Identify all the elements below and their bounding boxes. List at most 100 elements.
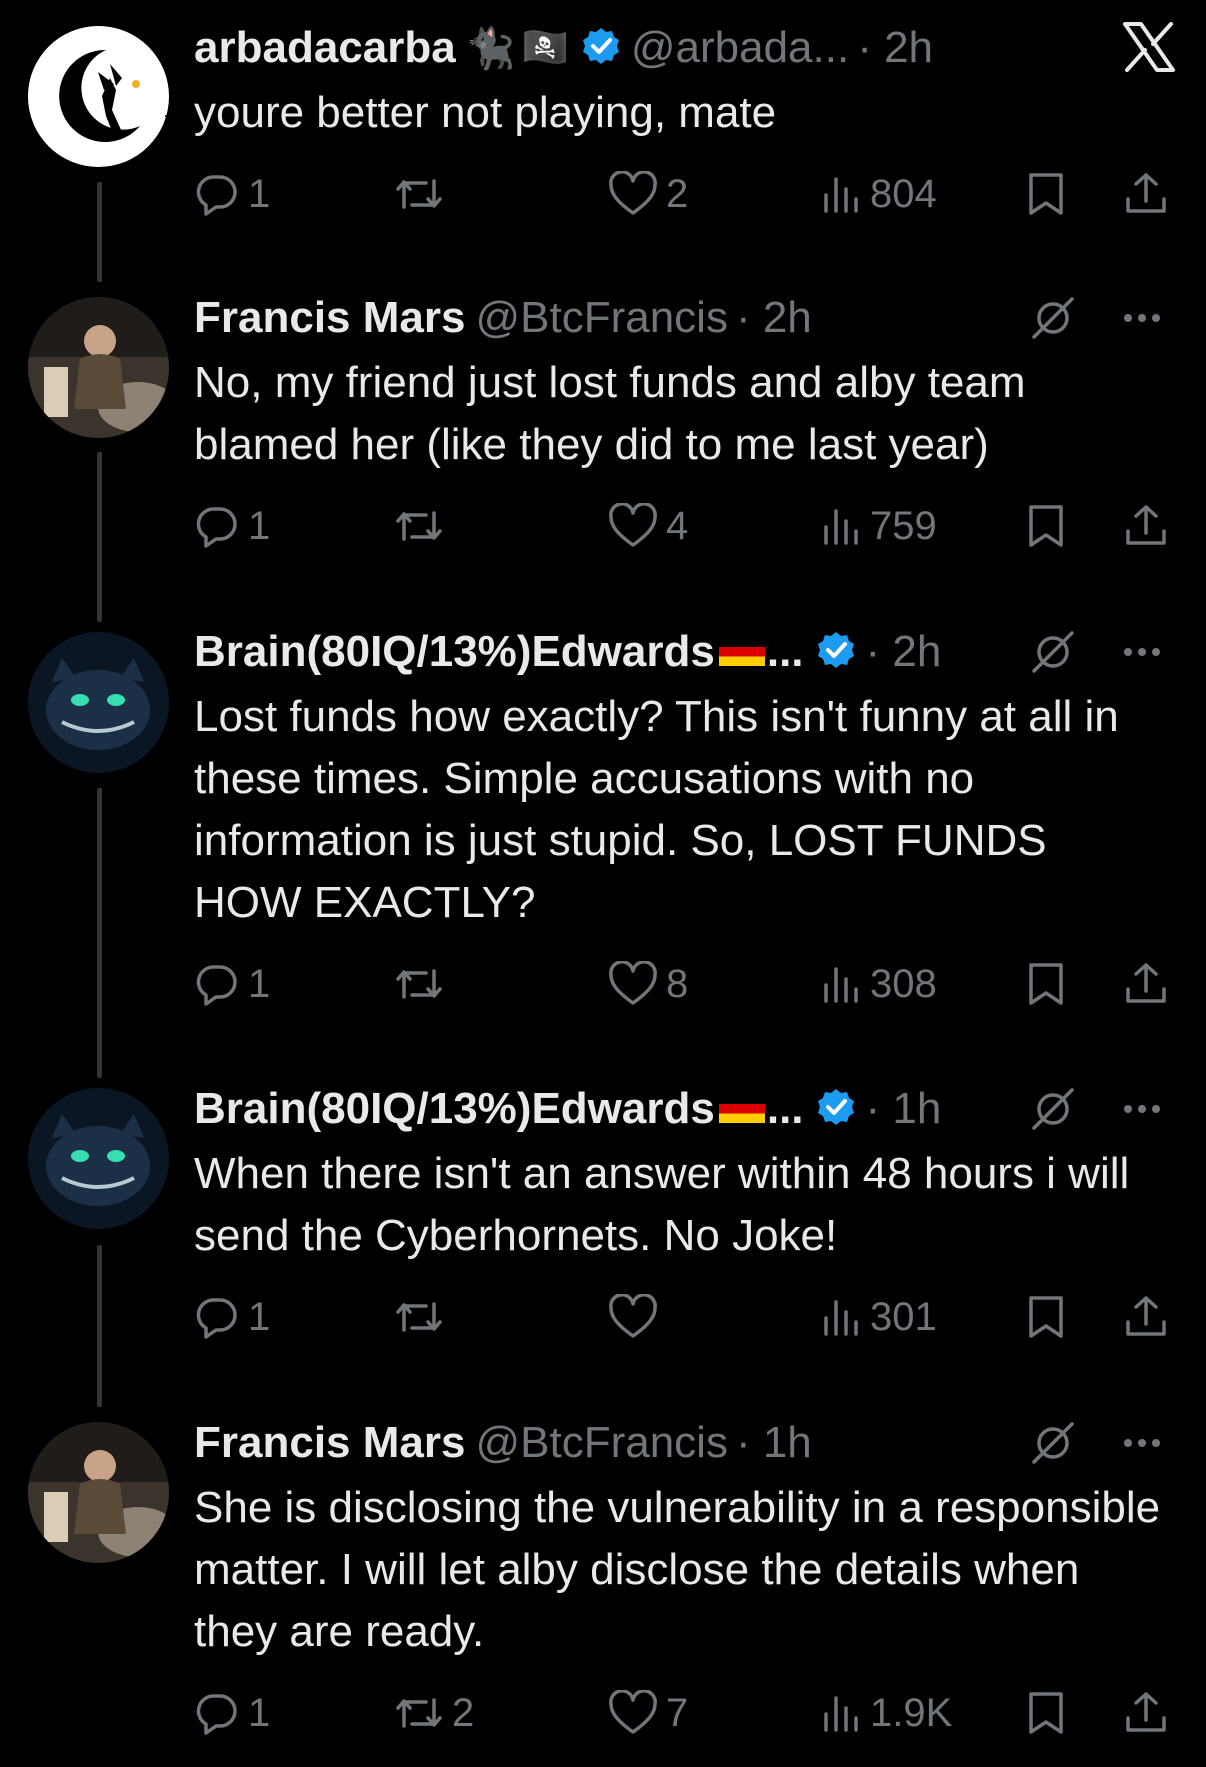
bookmark-button[interactable] [1026,1287,1066,1347]
reply-count: 1 [248,171,271,216]
share-icon [1126,1296,1166,1336]
repost-button[interactable] [394,954,452,1014]
more-options-icon[interactable] [1122,312,1162,324]
tweet-text: Lost funds how exactly? This isn't funny… [194,692,1119,927]
views-button[interactable]: 301 [822,1287,937,1347]
share-button[interactable] [1124,496,1168,556]
reply-icon [196,1694,237,1735]
reply-count: 1 [248,1294,271,1339]
views-icon [824,967,858,1003]
like-button[interactable]: 2 [608,164,688,224]
heart-icon [609,171,657,215]
heart-icon [609,1690,657,1734]
verified-badge-icon [816,630,856,675]
reply-icon [196,1298,237,1339]
share-button[interactable] [1124,954,1168,1014]
name-ellipsis: ... [766,1084,804,1133]
thread-line [97,1245,102,1407]
tweet-time[interactable]: · 2h [736,293,812,343]
views-button[interactable]: 759 [822,496,937,556]
views-icon [824,1300,858,1336]
like-button[interactable]: 4 [608,496,688,556]
thread-line [97,452,102,622]
share-icon [1126,1692,1166,1732]
verified-badge-icon [816,1087,856,1132]
reply-count: 1 [248,961,271,1006]
repost-button[interactable] [394,1287,452,1347]
reply-count: 1 [248,1690,271,1735]
bookmark-button[interactable] [1026,954,1066,1014]
like-button[interactable]: 8 [608,954,688,1014]
author-handle[interactable]: @BtcFrancis [475,1418,727,1468]
tweet-time[interactable]: · 2h [866,627,942,677]
repost-button[interactable] [394,164,452,224]
repost-button[interactable] [394,496,452,556]
views-count: 1.9K [870,1690,953,1735]
avatar[interactable] [28,297,169,438]
repost-count: 2 [452,1690,475,1735]
views-button[interactable]: 1.9K [822,1683,952,1743]
tweet-time[interactable]: · 1h [736,1418,812,1468]
author-handle[interactable]: @arbada... [631,23,849,73]
repost-icon [396,1698,442,1728]
views-button[interactable]: 308 [822,954,937,1014]
views-icon [824,509,858,545]
bookmark-icon [1029,1296,1063,1338]
like-count: 8 [666,961,689,1006]
bookmark-icon [1029,963,1063,1005]
reply-icon [196,175,237,216]
views-count: 804 [870,171,937,216]
grok-icon[interactable] [1030,629,1076,675]
like-count: 2 [666,171,689,216]
like-button[interactable]: 7 [608,1683,688,1743]
cat-emoji-icon: 🐈‍⬛ [465,26,516,71]
grok-icon[interactable] [1030,1420,1076,1466]
author-name[interactable]: Francis Mars [194,1418,465,1468]
bookmark-icon [1029,505,1063,547]
more-options-icon[interactable] [1122,646,1162,658]
more-options-icon[interactable] [1122,1103,1162,1115]
author-name[interactable]: Francis Mars [194,293,465,343]
pirate-flag-icon: 🏴‍☠️ [521,27,569,69]
author-name[interactable]: arbadacarba [194,23,456,73]
heart-icon [609,961,657,1005]
repost-icon [396,179,442,209]
avatar[interactable] [28,632,169,773]
author-handle[interactable]: @BtcFrancis [475,293,727,343]
bookmark-button[interactable] [1026,1683,1066,1743]
share-button[interactable] [1124,1287,1168,1347]
reply-button[interactable]: 1 [194,954,270,1014]
reply-button[interactable]: 1 [194,1287,270,1347]
reply-button[interactable]: 1 [194,496,270,556]
like-count: 7 [666,1690,689,1735]
avatar[interactable] [28,1422,169,1563]
avatar[interactable] [28,1088,169,1229]
heart-icon [609,503,657,547]
reply-icon [196,965,237,1006]
author-name[interactable]: Brain(80IQ/13%)Edwards [194,1084,715,1134]
views-count: 301 [870,1294,937,1339]
tweet-time[interactable]: · 2h [857,23,933,73]
reply-button[interactable]: 1 [194,164,270,224]
repost-icon [396,969,442,999]
bookmark-button[interactable] [1026,164,1066,224]
tweet-time[interactable]: · 1h [866,1084,942,1134]
bookmark-icon [1029,173,1063,215]
avatar[interactable] [28,26,169,167]
bookmark-button[interactable] [1026,496,1066,556]
share-button[interactable] [1124,1683,1168,1743]
repost-button[interactable]: 2 [394,1683,474,1743]
thread-line [97,788,102,1078]
views-button[interactable]: 804 [822,164,937,224]
tweet-text: She is disclosing the vulnerability in a… [194,1483,1161,1656]
reply-count: 1 [248,503,271,548]
grok-icon[interactable] [1030,1086,1076,1132]
author-name[interactable]: Brain(80IQ/13%)Edwards [194,627,715,677]
share-button[interactable] [1124,164,1168,224]
more-options-icon[interactable] [1122,1437,1162,1449]
verified-badge-icon [581,26,621,71]
reply-button[interactable]: 1 [194,1683,270,1743]
tweet[interactable]: arbadacarba 🐈‍⬛ 🏴‍☠️ @arbada... · 2h you… [0,0,1206,250]
like-button[interactable] [608,1287,666,1347]
grok-icon[interactable] [1030,295,1076,341]
